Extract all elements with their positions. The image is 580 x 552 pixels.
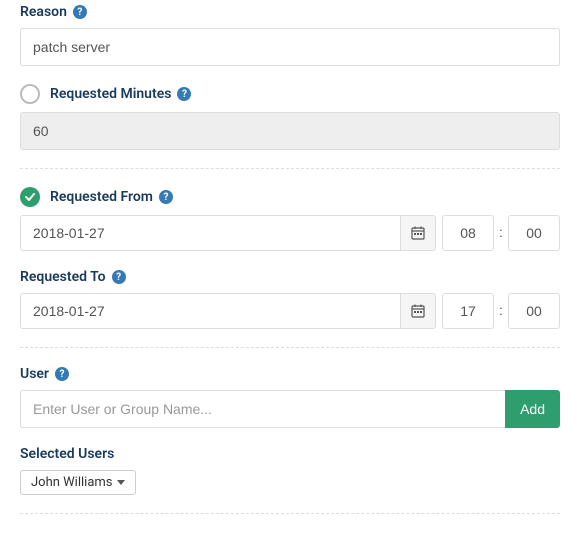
- selected-users-section: Selected Users John Williams: [20, 446, 560, 495]
- help-icon[interactable]: ?: [112, 270, 126, 284]
- user-label: User: [20, 366, 49, 382]
- from-minute-input[interactable]: [508, 215, 560, 251]
- to-datetime-row: :: [20, 293, 560, 329]
- from-label-row: Requested From ?: [20, 187, 560, 207]
- help-icon[interactable]: ?: [55, 367, 69, 381]
- reason-label: Reason: [20, 4, 67, 20]
- chevron-down-icon: [117, 480, 125, 485]
- selected-user-pill[interactable]: John Williams: [20, 470, 136, 495]
- selected-users-label: Selected Users: [20, 446, 114, 462]
- minutes-section: Requested Minutes ?: [20, 84, 560, 150]
- from-label: Requested From: [50, 189, 153, 205]
- reason-label-row: Reason ?: [20, 4, 560, 20]
- reason-section: Reason ?: [20, 4, 560, 66]
- user-label-row: User ?: [20, 366, 560, 382]
- help-icon[interactable]: ?: [159, 190, 173, 204]
- check-circle-icon[interactable]: [20, 187, 40, 207]
- add-user-button[interactable]: Add: [505, 390, 560, 428]
- reason-input[interactable]: [20, 28, 560, 66]
- to-minute-input[interactable]: [508, 293, 560, 329]
- selected-user-name: John Williams: [31, 475, 113, 490]
- user-input-row: Add: [20, 390, 560, 428]
- selected-users-list: John Williams: [20, 470, 560, 495]
- to-label-row: Requested To ?: [20, 269, 560, 285]
- user-section: User ? Add: [20, 366, 560, 428]
- divider: [20, 513, 560, 514]
- divider: [20, 347, 560, 348]
- selected-users-label-row: Selected Users: [20, 446, 560, 462]
- divider: [20, 168, 560, 169]
- from-section: Requested From ? :: [20, 187, 560, 251]
- minutes-input: [20, 112, 560, 150]
- help-icon[interactable]: ?: [73, 5, 87, 19]
- to-section: Requested To ? :: [20, 269, 560, 329]
- to-label: Requested To: [20, 269, 106, 285]
- minutes-label: Requested Minutes: [50, 86, 171, 102]
- minutes-label-row: Requested Minutes ?: [20, 84, 560, 104]
- user-input[interactable]: [20, 390, 505, 428]
- radio-unchecked-icon[interactable]: [20, 84, 40, 104]
- time-separator: :: [494, 303, 508, 319]
- help-icon[interactable]: ?: [177, 87, 191, 101]
- calendar-icon[interactable]: [400, 293, 436, 329]
- to-date-input[interactable]: [20, 293, 400, 329]
- calendar-icon[interactable]: [400, 215, 436, 251]
- to-hour-input[interactable]: [442, 293, 494, 329]
- from-datetime-row: :: [20, 215, 560, 251]
- from-date-input[interactable]: [20, 215, 400, 251]
- from-hour-input[interactable]: [442, 215, 494, 251]
- time-separator: :: [494, 225, 508, 241]
